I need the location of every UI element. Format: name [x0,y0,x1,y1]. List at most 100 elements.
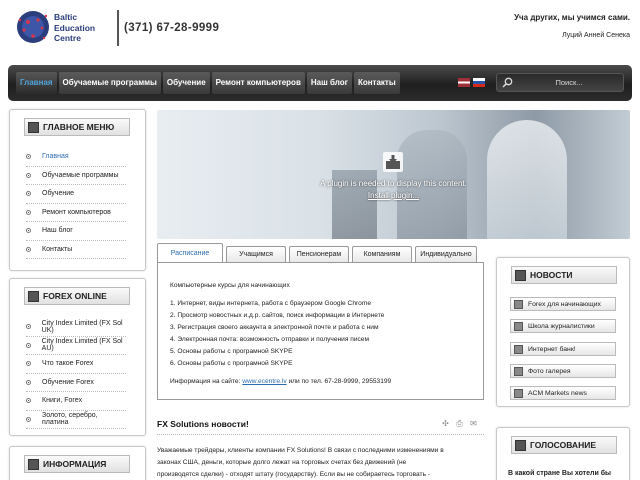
news-item-label: Школа журналистики [528,322,595,330]
search-input[interactable] [519,75,619,90]
news-line-2: законах США, деньги, которые долго лежат… [157,459,407,466]
news-line-3: производятся сделки) - отходят штату (го… [157,471,431,478]
schedule-line-1: 1. Интернет, виды интернета, работа с бр… [170,300,372,307]
plugin-message: A plugin is needed to display this conte… [320,179,467,188]
latvian-flag-icon[interactable] [458,78,470,87]
nav-item-computer-repair[interactable]: Ремонт компьютеров [211,72,305,94]
main-nav: Главная Обучаемые программы Обучение Рем… [8,65,632,101]
news-title[interactable]: FX Solutions новости! [157,419,249,429]
menu-item-label: Обучение [42,190,75,198]
email-icon[interactable]: ✉ [469,419,478,428]
tab-individual[interactable]: Индивидуально [415,246,477,262]
main-menu-item-blog[interactable]: Наш блог [26,222,126,241]
header-quote-author: Луций Анней Сенека [562,32,630,39]
tab-pensioners[interactable]: Пенсионерам [289,246,349,262]
forex-title: FOREX ONLINE [24,287,130,305]
news-item-icon [514,388,523,398]
forex-title-text: FOREX ONLINE [43,291,107,301]
tab-schedule[interactable]: Расписание [157,243,223,262]
panel-square-icon [28,121,39,133]
main-menu-item-contacts[interactable]: Контакты [26,241,126,259]
install-plugin-link[interactable]: Install plugin... [157,191,630,200]
news-item-internet-bank[interactable]: Интернет банк! [510,342,616,356]
logo-globe-icon [17,11,49,43]
news-item-forex-beginners[interactable]: Forex для начинающих [510,297,616,311]
nav-item-contacts[interactable]: Контакты [353,72,400,94]
main-menu-item-training[interactable]: Обучение [26,185,126,204]
plugin-icon [383,152,403,172]
forex-item-metals[interactable]: Золото, серебро, платина [26,411,126,429]
logo-line-3: Centre [54,33,81,43]
forex-item-training[interactable]: Обучение Forex [26,374,126,392]
news-item-label: Forex для начинающих [528,300,601,308]
logo-text: Baltic Education Centre [54,12,95,44]
main-menu-item-programs[interactable]: Обучаемые программы [26,167,126,185]
tab-students[interactable]: Учащимся [226,246,286,262]
forex-panel: FOREX ONLINE City Index Limited (FX Sol … [9,278,146,436]
forex-item-books[interactable]: Книги, Forex [26,392,126,411]
bullet-icon [26,191,31,197]
bullet-icon [26,398,31,404]
nav-item-training[interactable]: Обучение [162,72,210,94]
nav-item-programs[interactable]: Обучаемые программы [58,72,161,94]
logo[interactable]: Baltic Education Centre [14,6,114,52]
main-menu-list: Главная Обучаемые программы Обучение Рем… [26,148,126,259]
vote-question: В какой стране Вы хотели бы [508,470,612,477]
nav-item-home[interactable]: Главная [16,72,57,94]
panel-square-icon [515,439,526,451]
news-line-1: Уважаемые трейдеры, клиенты компании FX … [157,447,444,454]
bullet-icon [26,416,31,422]
schedule-line-5: 5. Основы работы с програмной SKYPE [170,348,293,355]
menu-item-label: Наш блог [42,227,73,235]
menu-item-label: Что такое Forex [42,360,94,368]
page: Baltic Education Centre (371) 67-28-9999… [0,0,640,480]
menu-item-label: Контакты [42,245,73,253]
website-link[interactable]: www.ecentre.lv [242,378,286,385]
print-icon[interactable]: ⎙ [455,419,464,428]
main-menu-item-repair[interactable]: Ремонт компьютеров [26,204,126,222]
bullet-icon [26,228,31,234]
schedule-line-2: 2. Просмотр новостных и.д.р. сайтов, пои… [170,312,385,319]
menu-item-label: Книги, Forex [42,397,83,405]
info-panel: ИНФОРМАЦИЯ [9,446,146,480]
schedule-info-suffix: или по тел. 67-28-9999, 29553199 [286,378,392,385]
search-icon[interactable] [502,77,513,88]
news-item-label: ACM Markets news [528,389,587,397]
menu-item-label: Обучаемые программы [42,171,119,179]
news-item-acm-markets[interactable]: ACM Markets news [510,386,616,400]
news-item-icon [514,321,523,331]
tab-panel-schedule: Компьютерные курсы для начинающих 1. Инт… [157,262,484,400]
nav-items: Главная Обучаемые программы Обучение Рем… [16,72,402,94]
bullet-icon [26,379,31,385]
news-item-icon [514,299,523,309]
vote-panel-title-text: ГОЛОСОВАНИЕ [530,440,596,450]
bullet-icon [26,172,31,178]
menu-item-label: Золото, серебро, платина [42,412,98,427]
news-divider [157,434,484,435]
news-item-label: Фото галерея [528,367,571,375]
panel-square-icon [28,458,39,470]
menu-item-label: City Index Limited (FX Sol UK) [41,319,123,334]
schedule-info: Информация на сайте: www.ecentre.lv или … [170,378,391,385]
header-phone: (371) 67-28-9999 [124,22,220,34]
bullet-icon [26,361,31,367]
menu-item-label: Главная [42,153,69,161]
main-menu-item-home[interactable]: Главная [26,148,126,167]
forex-item-what-is-forex[interactable]: Что такое Forex [26,355,126,374]
header-quote: Уча других, мы учимся сами. [514,13,630,22]
nav-item-blog[interactable]: Наш блог [306,72,352,94]
news-item-photo-gallery[interactable]: Фото галерея [510,364,616,378]
main-menu-title: ГЛАВНОЕ МЕНЮ [24,118,130,136]
forex-item-city-index-uk[interactable]: City Index Limited (FX Sol UK) [26,318,126,337]
russian-flag-icon[interactable] [473,78,485,87]
main-menu-panel: ГЛАВНОЕ МЕНЮ Главная Обучаемые программы… [9,109,146,271]
panel-square-icon [515,269,526,281]
news-item-icon [514,344,523,354]
news-item-journalism-school[interactable]: Школа журналистики [510,319,616,333]
forex-item-city-index-au[interactable]: City Index Limited (FX Sol AU) [26,337,126,355]
settings-icon[interactable]: ✣ [441,419,450,428]
bullet-icon [26,342,31,348]
tab-companies[interactable]: Компаниям [352,246,412,262]
schedule-line-6: 6. Основы работы с програмной SKYPE [170,360,293,367]
plugin-placeholder: A plugin is needed to display this conte… [157,110,630,239]
